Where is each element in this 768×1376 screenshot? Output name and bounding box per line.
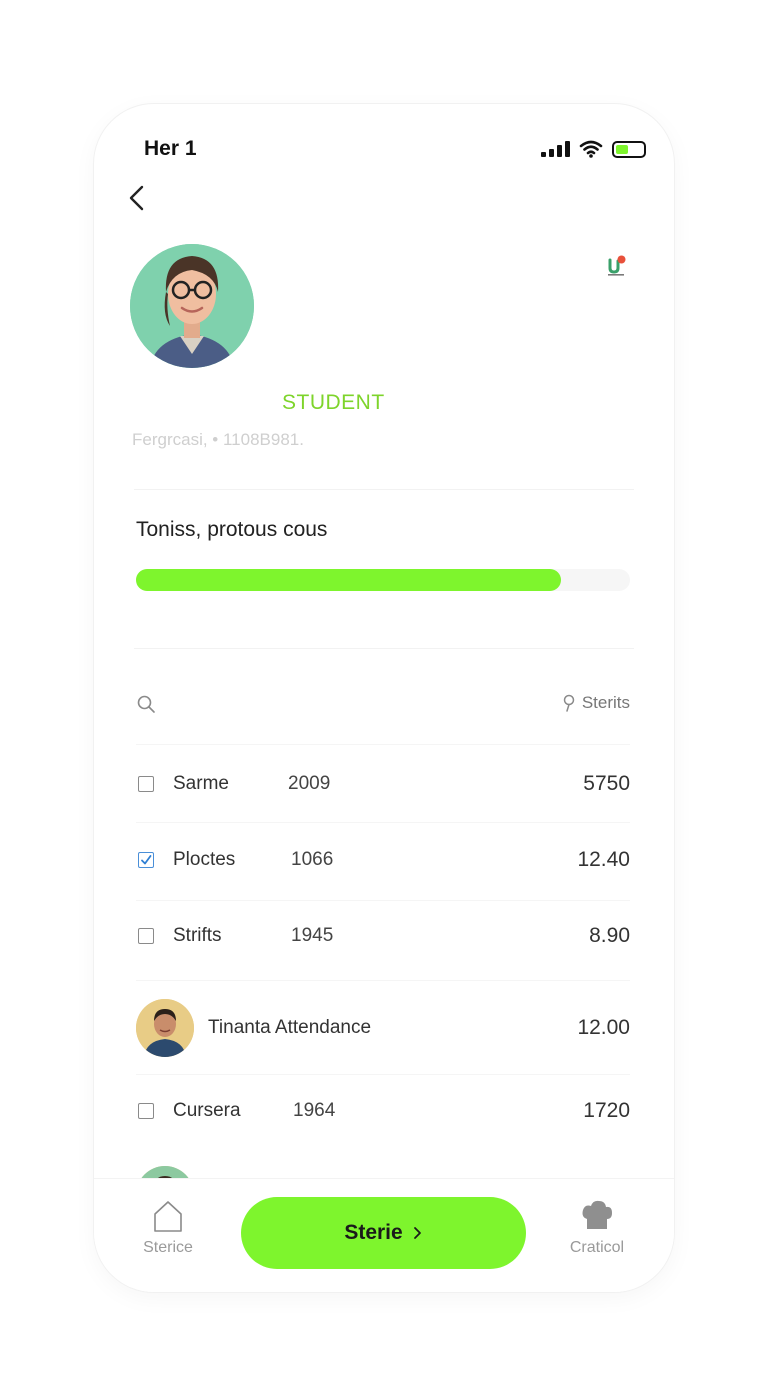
row-checkbox[interactable] xyxy=(138,928,154,944)
tab-home[interactable]: Sterice xyxy=(134,1199,202,1257)
row-value: 12.00 xyxy=(577,1016,630,1039)
status-time: Her 1 xyxy=(144,137,197,160)
search-icon[interactable] xyxy=(136,694,156,714)
row-separator xyxy=(136,900,630,901)
row-separator xyxy=(136,822,630,823)
list-item[interactable]: Ploctes 1066 12.40 xyxy=(136,840,630,880)
list-item[interactable]: Strifts 1945 8.90 xyxy=(136,916,630,956)
person-portrait-icon xyxy=(130,244,254,368)
list-item[interactable]: Cursera 1964 1720 xyxy=(136,1091,630,1131)
list-item[interactable]: Sarme 2009 5750 xyxy=(136,764,630,804)
home-icon xyxy=(154,1201,182,1232)
row-name: Sarme xyxy=(173,773,229,794)
location-pin-icon xyxy=(563,694,575,712)
wifi-icon xyxy=(579,140,603,158)
tab-right-label: Craticol xyxy=(569,1239,625,1256)
row-value: 5750 xyxy=(583,772,630,795)
row-name: Ploctes xyxy=(173,849,236,870)
filter-label: Sterits xyxy=(581,693,630,712)
role-label: STUDENT xyxy=(282,391,385,414)
row-separator xyxy=(136,1074,630,1075)
profile-meta: Fergrcasi, • 1108B981. xyxy=(132,430,304,449)
divider xyxy=(134,489,634,490)
chevron-right-icon xyxy=(413,1227,421,1239)
list-item[interactable]: Tinanta Attendance 12.00 xyxy=(136,998,630,1058)
tab-craticol[interactable]: Craticol xyxy=(562,1199,632,1257)
profile-avatar xyxy=(130,244,254,368)
row-value: 12.40 xyxy=(577,848,630,871)
primary-button-label: Sterie xyxy=(344,1221,403,1244)
row-separator xyxy=(136,744,630,745)
progress-fill xyxy=(136,569,561,591)
app-logo-icon[interactable] xyxy=(604,252,630,278)
back-chevron-icon[interactable] xyxy=(124,184,152,212)
row-checkbox-checked[interactable] xyxy=(138,852,154,868)
progress-title: Toniss, protous cous xyxy=(136,518,328,541)
row-year: 1964 xyxy=(293,1100,336,1121)
check-icon xyxy=(141,855,152,865)
row-year: 1945 xyxy=(291,925,334,946)
row-year: 2009 xyxy=(288,773,331,794)
row-year: 1066 xyxy=(291,849,334,870)
row-avatar xyxy=(136,999,194,1057)
primary-action-button[interactable]: Sterie xyxy=(241,1197,526,1269)
bottom-nav: Sterice Sterie Craticol xyxy=(94,1178,674,1292)
battery-level xyxy=(616,144,628,154)
tab-home-label: Sterice xyxy=(143,1239,193,1256)
signal-icon xyxy=(541,141,570,157)
filter-control[interactable]: Sterits xyxy=(562,693,630,713)
row-value: 8.90 xyxy=(589,924,630,947)
row-value: 1720 xyxy=(583,1099,630,1122)
row-name: Strifts xyxy=(173,925,222,946)
row-checkbox[interactable] xyxy=(138,1103,154,1119)
progress-bar xyxy=(136,569,630,591)
row-separator xyxy=(136,980,630,981)
chef-hat-icon xyxy=(582,1200,612,1229)
phone-screen: Her 1 STUDENT Fergrcasi, • 1108B981. Ton… xyxy=(94,104,674,1292)
status-icons xyxy=(541,140,646,158)
divider xyxy=(134,648,634,649)
row-name: Cursera xyxy=(173,1100,241,1121)
battery-icon xyxy=(612,140,646,158)
row-checkbox[interactable] xyxy=(138,776,154,792)
row-name: Tinanta Attendance xyxy=(208,1017,372,1038)
person-portrait-icon xyxy=(136,999,194,1057)
